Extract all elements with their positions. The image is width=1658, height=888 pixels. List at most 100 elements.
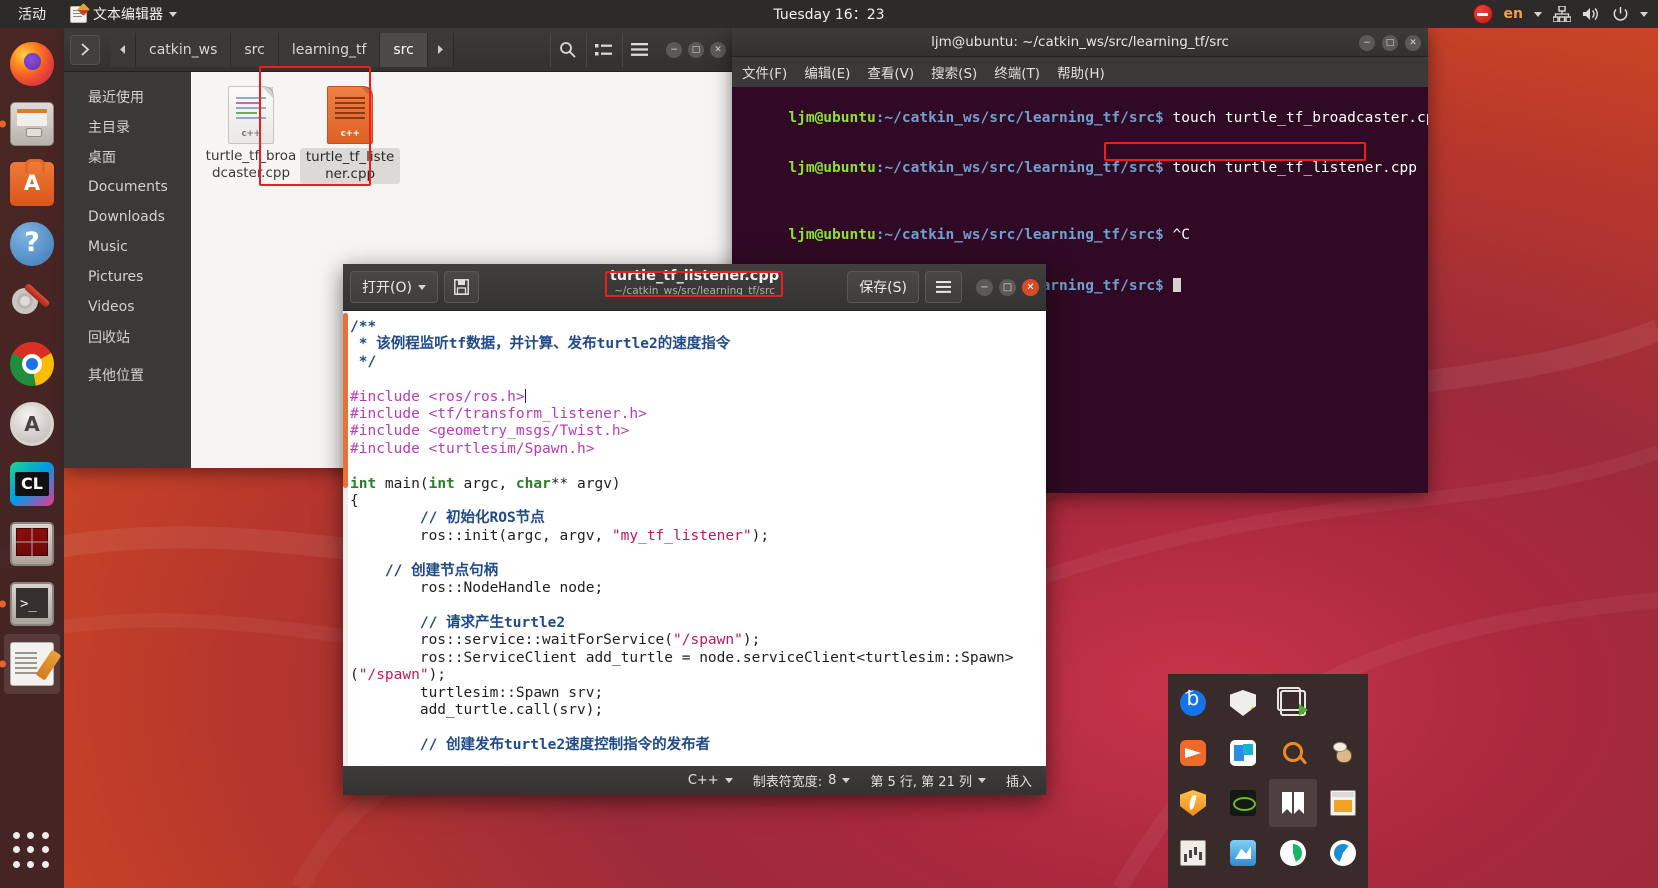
- close-button[interactable]: ✕: [710, 41, 726, 58]
- volume-icon[interactable]: [1582, 6, 1601, 22]
- tray-item-firewall[interactable]: [1169, 779, 1217, 827]
- launcher-item-ubuntu-software[interactable]: [4, 154, 60, 214]
- menu-edit[interactable]: 编辑(E): [804, 62, 850, 82]
- code-line: */: [350, 354, 1046, 371]
- sidebar-item-home[interactable]: 主目录: [64, 112, 191, 142]
- menu-file[interactable]: 文件(F): [742, 62, 787, 82]
- file-manager-sidebar: 最近使用 主目录 桌面 Documents Downloads Music Pi…: [64, 72, 191, 468]
- minimize-button[interactable]: −: [666, 41, 682, 58]
- sidebar-item-downloads[interactable]: Downloads: [64, 202, 191, 232]
- launcher-item-software-updater[interactable]: [4, 394, 60, 454]
- insert-mode-indicator[interactable]: 插入: [1006, 771, 1032, 790]
- launcher-item-chrome[interactable]: [4, 334, 60, 394]
- breadcrumb-src[interactable]: src: [231, 32, 279, 67]
- file-item-broadcaster[interactable]: c++ turtle_tf_broadcaster.cpp: [201, 86, 301, 182]
- top-bar: 活动 文本编辑器 Tuesday 16：23 en: [0, 0, 1658, 28]
- code-token: );: [428, 667, 447, 684]
- tab-width-selector[interactable]: 制表符宽度: 8: [753, 771, 851, 790]
- insert-mode-label: 插入: [1005, 775, 1032, 790]
- close-button[interactable]: ✕: [1405, 34, 1421, 51]
- tray-item-search[interactable]: [1269, 729, 1317, 777]
- minimize-button[interactable]: −: [1359, 34, 1375, 51]
- code-token: char: [515, 475, 551, 492]
- forward-button[interactable]: [427, 32, 454, 67]
- save-button[interactable]: 保存(S): [847, 271, 919, 303]
- breadcrumb-catkin-ws[interactable]: catkin_ws: [136, 32, 232, 67]
- sidebar-item-documents[interactable]: Documents: [64, 172, 191, 202]
- launcher-item-settings[interactable]: [4, 274, 60, 334]
- sidebar-item-videos[interactable]: Videos: [64, 292, 191, 322]
- tray-item-screen-share[interactable]: [1269, 679, 1317, 727]
- tray-item-browser[interactable]: [1319, 829, 1367, 877]
- sidebar-item-label: Videos: [88, 299, 135, 315]
- firewall-shield-icon: [1180, 790, 1206, 816]
- tray-item-image-viewer[interactable]: [1219, 829, 1267, 877]
- file-item-listener[interactable]: c++ turtle_tf_listener.cpp: [300, 86, 401, 184]
- launcher-item-terminator[interactable]: [4, 514, 60, 574]
- breadcrumb-learning-tf[interactable]: learning_tf: [278, 32, 381, 67]
- tray-item-bug[interactable]: [1319, 729, 1367, 777]
- maximize-button[interactable]: □: [688, 41, 704, 58]
- code-token: argc,: [454, 475, 516, 492]
- maximize-button[interactable]: □: [1382, 34, 1398, 51]
- hamburger-menu-icon[interactable]: [622, 32, 656, 67]
- open-button[interactable]: 打开(O): [350, 271, 438, 303]
- language-chevron-down-icon[interactable]: [1534, 11, 1542, 17]
- editor-scrollbar[interactable]: [343, 311, 348, 766]
- system-menu-chevron-down-icon[interactable]: [1640, 11, 1648, 17]
- search-icon[interactable]: [550, 32, 584, 67]
- language-indicator[interactable]: en: [1504, 6, 1523, 22]
- breadcrumb-src-current[interactable]: src: [380, 32, 428, 67]
- tray-item-mail[interactable]: [1169, 729, 1217, 777]
- sidebar-item-music[interactable]: Music: [64, 232, 191, 262]
- menu-terminal[interactable]: 终端(T): [994, 62, 1040, 82]
- show-applications-button[interactable]: [13, 832, 51, 870]
- prompt-path: :~/catkin_ws/src/learning_tf/src$: [875, 109, 1164, 126]
- sidebar-item-recent[interactable]: 最近使用: [64, 82, 191, 112]
- clock-button[interactable]: Tuesday 16：23: [0, 4, 1658, 24]
- tray-item-bluetooth[interactable]: [1169, 679, 1217, 727]
- clion-icon: [10, 462, 54, 506]
- network-icon[interactable]: [1553, 6, 1571, 22]
- tray-item-recycle[interactable]: [1269, 829, 1317, 877]
- sidebar-item-other-locations[interactable]: 其他位置: [64, 360, 191, 390]
- menu-view[interactable]: 查看(V): [867, 62, 914, 82]
- back-button[interactable]: [110, 32, 136, 67]
- tray-item-nvidia[interactable]: [1219, 779, 1267, 827]
- tray-item-security[interactable]: [1219, 679, 1267, 727]
- breadcrumb-label: catkin_ws: [149, 41, 218, 58]
- tray-item-audio[interactable]: [1169, 829, 1217, 877]
- launcher-item-terminal[interactable]: [0, 574, 60, 634]
- tray-item-bookmark[interactable]: [1269, 779, 1317, 827]
- language-selector[interactable]: C++: [688, 773, 733, 788]
- prompt-path: :~/catkin_ws/src/learning_tf/src$: [875, 160, 1164, 177]
- code-line: #include <geometry_msgs/Twist.h>: [350, 423, 1046, 440]
- do-not-disturb-icon[interactable]: [1472, 4, 1493, 24]
- teams-icon: [1230, 740, 1256, 766]
- sidebar-item-pictures[interactable]: Pictures: [64, 262, 191, 292]
- sidebar-item-desktop[interactable]: 桌面: [64, 142, 191, 172]
- close-button[interactable]: ✕: [1022, 278, 1039, 296]
- launcher-item-text-editor[interactable]: [0, 634, 60, 694]
- minimize-button[interactable]: −: [976, 278, 993, 296]
- editor-header-bar: 打开(O) turtle_tf_listener.cpp ~/catkin_ws…: [343, 264, 1046, 311]
- save-as-button[interactable]: [443, 271, 479, 303]
- list-view-icon[interactable]: [586, 32, 620, 67]
- power-icon[interactable]: [1612, 6, 1629, 23]
- editor-code-area[interactable]: /** * 该例程监听tf数据，并计算、发布turtle2的速度指令 */ #i…: [348, 311, 1046, 766]
- prompt-path: :~/catkin_ws/src/learning_tf/src$: [875, 227, 1164, 244]
- launcher-item-firefox[interactable]: [4, 34, 60, 94]
- launcher-item-clion[interactable]: [4, 454, 60, 514]
- menu-help[interactable]: 帮助(H): [1057, 62, 1105, 82]
- tray-item-window[interactable]: [1319, 779, 1367, 827]
- sidebar-item-trash[interactable]: 回收站: [64, 322, 191, 352]
- tray-item-teams[interactable]: [1219, 729, 1267, 777]
- cursor-position-selector[interactable]: 第 5 行, 第 21 列: [870, 771, 986, 790]
- files-icon: [10, 102, 54, 146]
- launcher-item-files[interactable]: [0, 94, 60, 154]
- menu-search[interactable]: 搜索(S): [931, 62, 977, 82]
- editor-menu-button[interactable]: [925, 271, 962, 303]
- maximize-button[interactable]: □: [999, 278, 1016, 296]
- launcher-item-help[interactable]: [4, 214, 60, 274]
- sidebar-toggle-button[interactable]: [70, 34, 100, 65]
